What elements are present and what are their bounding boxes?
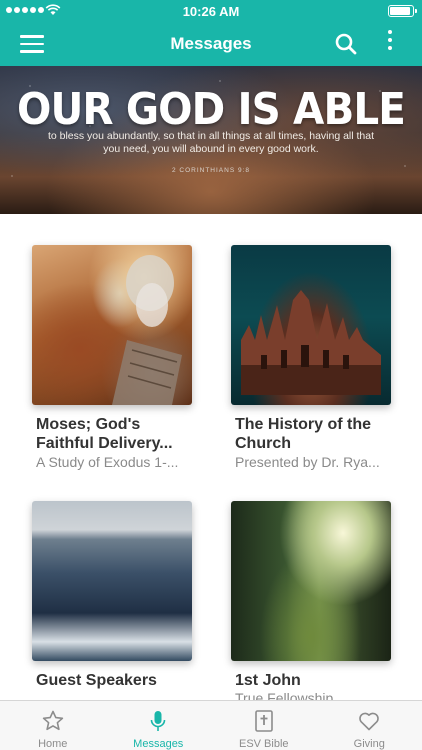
search-icon[interactable] [334,32,358,56]
banner-verse: to bless you abundantly, so that in all … [47,130,375,155]
series-thumbnail [32,501,192,661]
featured-banner[interactable]: OUR GOD IS ABLE to bless you abundantly,… [0,66,422,214]
tab-label: Giving [353,738,385,750]
series-title: The History of the Church [235,416,372,452]
tab-esv-bible[interactable]: ESV Bible [211,701,317,750]
more-options-icon[interactable] [384,30,396,58]
page-title: Messages [170,34,252,53]
banner-headline: OUR GOD IS ABLE [16,84,406,135]
banner-reference: 2 CORINTHIANS 9:8 [171,167,251,174]
status-time: 10:26 AM [182,4,240,19]
tab-label: ESV Bible [238,738,289,750]
bible-icon [254,710,273,732]
app-bar: Messages [0,22,422,66]
series-thumbnail [231,245,391,405]
heart-icon [359,712,380,731]
microphone-icon [150,711,166,731]
tab-messages[interactable]: Messages [106,701,212,750]
battery-icon [388,5,417,17]
top-bar: 10:26 AM Messages [0,0,422,66]
series-subtitle: A Study of Exodus 1-... [36,454,179,470]
status-bar: 10:26 AM [0,0,422,22]
tab-label: Home [38,738,68,750]
tab-giving[interactable]: Giving [317,701,422,750]
series-subtitle: Presented by Dr. Rya... [235,454,380,470]
tab-label: Messages [133,738,184,750]
moses-tablets-artwork [112,255,182,405]
tab-bar: Home Messages ESV Bible Giving [0,700,422,750]
series-title: 1st John [235,672,301,689]
series-title: Moses; God's Faithful Delivery... [36,416,173,452]
series-subtitle: True Fellowship [235,690,334,700]
series-title: Guest Speakers [36,672,157,689]
tab-home[interactable]: Home [0,701,106,750]
series-thumbnail [231,501,391,661]
cathedral-artwork [241,290,381,395]
star-icon [42,710,63,731]
series-grid: Moses; God's Faithful Delivery... A Stud… [0,214,422,700]
series-thumbnail [32,245,192,405]
